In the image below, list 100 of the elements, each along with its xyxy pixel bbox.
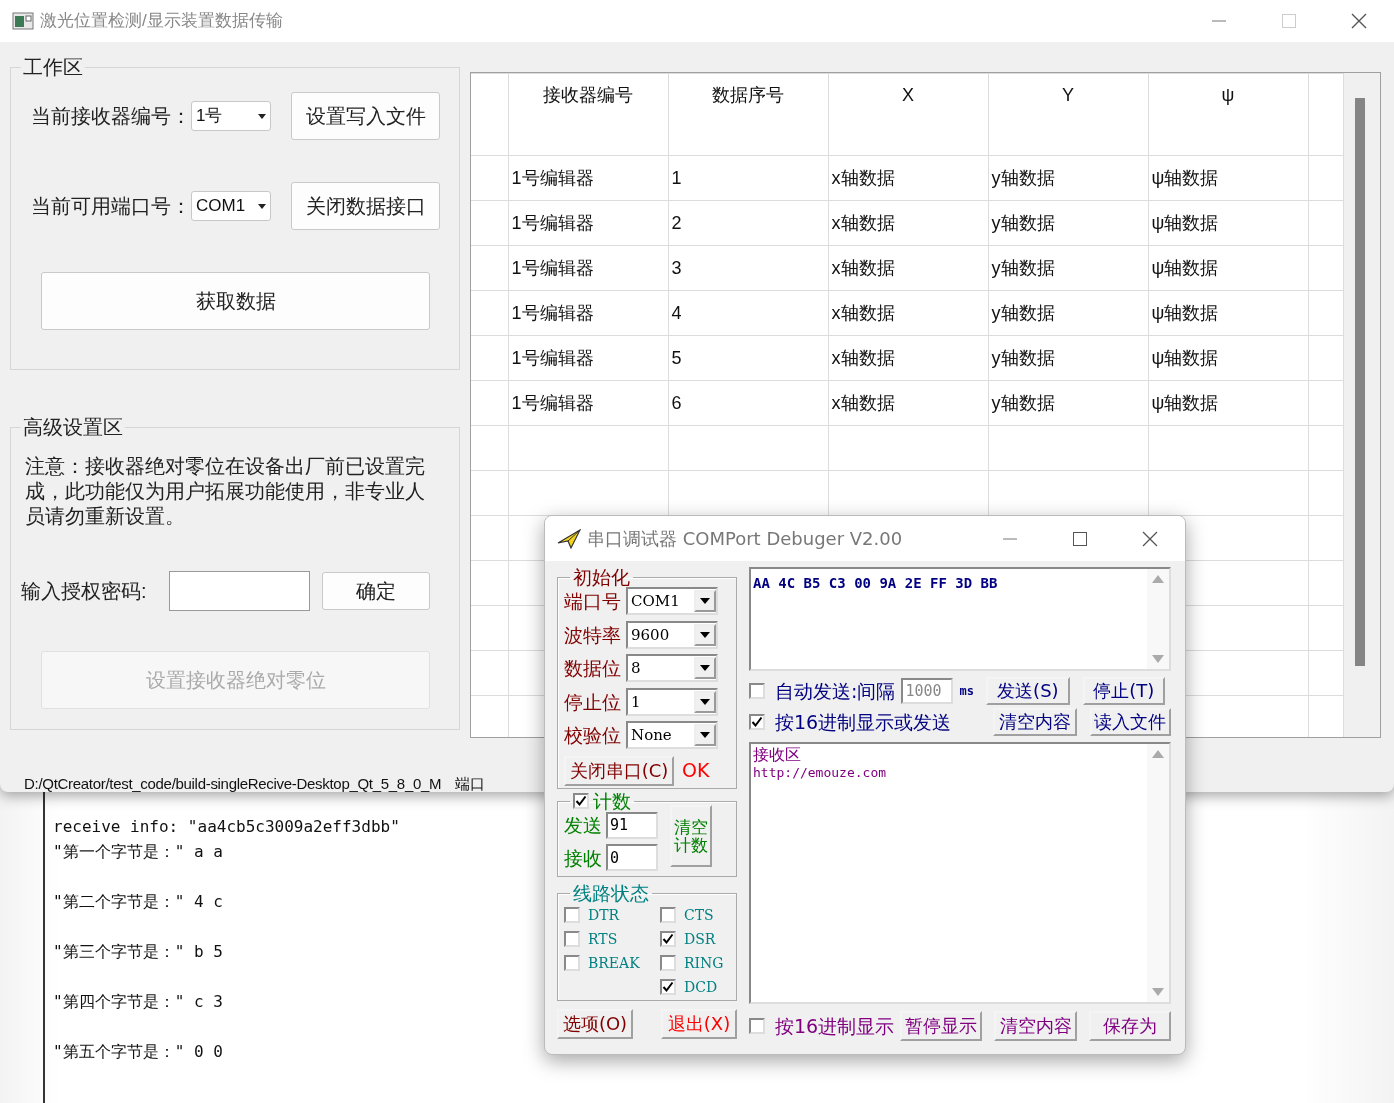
- group-title: 线路状态: [572, 883, 650, 903]
- close-port-button[interactable]: 关闭数据接口: [291, 182, 440, 230]
- checkbox[interactable]: [564, 931, 580, 947]
- table-cell: 1号编辑器: [508, 245, 668, 291]
- table-cell: y轴数据: [988, 380, 1148, 426]
- checkbox-label: 自动发送:间隔: [775, 679, 896, 704]
- status-path: D:/QtCreator/test_code/build-singleRecive-Desktop_Qt_5_8_0_M: [24, 773, 442, 794]
- field-label: 端口号: [564, 589, 622, 614]
- column-header[interactable]: ψ: [1148, 73, 1308, 156]
- dropdown[interactable]: COM1: [626, 587, 718, 616]
- signal-label: BREAK: [588, 953, 640, 973]
- notice-text: 注意：接收器绝对零位在设备出厂前已设置完成，此功能仅为用户拓展功能使用，非专业人员请勿重新设置。: [25, 454, 426, 529]
- options-button[interactable]: 选项(O): [557, 1009, 633, 1039]
- scrollbar-thumb[interactable]: [1354, 98, 1365, 666]
- clear-button[interactable]: 清空内容: [994, 1011, 1077, 1041]
- checkbox[interactable]: [564, 907, 580, 923]
- checkbox[interactable]: [660, 931, 676, 947]
- console-line: "第五个字节是：" 0 0: [53, 1041, 223, 1063]
- caret-icon: [258, 113, 266, 119]
- checkbox[interactable]: [660, 907, 676, 923]
- count-field[interactable]: 91: [606, 811, 658, 839]
- table-cell: 6: [668, 380, 828, 426]
- clear-count-button[interactable]: 清空计数: [670, 805, 712, 867]
- field-label: 数据位: [564, 656, 622, 681]
- exit-button[interactable]: 退出(X): [661, 1009, 737, 1039]
- scroll-down-icon[interactable]: [1152, 655, 1164, 663]
- field-label: 输入授权密码:: [21, 579, 147, 604]
- receive-text: http://emouze.com: [753, 764, 887, 782]
- scroll-up-icon[interactable]: [1152, 750, 1164, 758]
- table-cell: 4: [668, 290, 828, 336]
- group-title: 初始化: [572, 567, 631, 587]
- group-title: 计数: [593, 791, 631, 811]
- table-cell: 2: [668, 200, 828, 246]
- field-label: 接收: [564, 845, 603, 871]
- signal-label: RING: [684, 953, 724, 973]
- dropdown[interactable]: 9600: [626, 620, 718, 649]
- confirm-button[interactable]: 确定: [321, 572, 430, 610]
- window-title: 串口调试器 COMPort Debuger V2.00: [587, 527, 903, 551]
- dropdown[interactable]: None: [626, 721, 718, 750]
- table-cell: 1号编辑器: [508, 290, 668, 336]
- hex-text: AA 4C B5 C3 00 9A 2E FF 3D BB: [753, 575, 998, 591]
- window-title: 激光位置检测/显示装置数据传输: [40, 10, 283, 33]
- interval-field[interactable]: 1000: [901, 678, 954, 705]
- receive-text: 接收区: [753, 746, 801, 764]
- table-cell: ψ轴数据: [1148, 335, 1308, 381]
- unit-label: ms: [959, 683, 974, 701]
- checkbox[interactable]: [749, 713, 765, 730]
- caret-icon: [258, 203, 266, 209]
- dropdown[interactable]: COM1: [191, 191, 271, 221]
- checkbox[interactable]: [660, 955, 676, 971]
- write-file-button[interactable]: 设置写入文件: [291, 92, 440, 140]
- table-cell: x轴数据: [828, 290, 988, 336]
- table-cell: y轴数据: [988, 155, 1148, 201]
- close-icon: [1142, 530, 1158, 547]
- send-text-area[interactable]: AA 4C B5 C3 00 9A 2E FF 3D BB: [749, 567, 1171, 671]
- fetch-data-button[interactable]: 获取数据: [41, 272, 430, 330]
- signal-label: RTS: [588, 929, 618, 949]
- field-label: 停止位: [564, 689, 622, 715]
- column-header[interactable]: 接收器编号: [508, 73, 668, 156]
- checkbox[interactable]: [564, 955, 580, 971]
- dropdown[interactable]: 1: [626, 687, 718, 716]
- console-line: "第一个字节是：" a a: [53, 841, 223, 863]
- scroll-up-icon[interactable]: [1152, 575, 1164, 583]
- load-file-button[interactable]: 读入文件: [1089, 707, 1171, 736]
- stop-button[interactable]: 停止(T): [1082, 677, 1165, 706]
- status-text: 端口: [455, 773, 485, 794]
- checkbox[interactable]: [749, 683, 765, 700]
- dropdown[interactable]: 8: [626, 654, 718, 683]
- checkbox[interactable]: [573, 793, 589, 809]
- checkbox[interactable]: [660, 979, 676, 995]
- save-button[interactable]: 保存为: [1088, 1011, 1171, 1041]
- table-cell: ψ轴数据: [1148, 290, 1308, 336]
- dropdown[interactable]: 1号: [191, 101, 271, 131]
- column-header[interactable]: 数据序号: [668, 73, 828, 156]
- close-port-button[interactable]: 关闭串口(C): [564, 755, 674, 786]
- caret-icon: [700, 665, 710, 672]
- scroll-down-icon[interactable]: [1152, 988, 1164, 996]
- table-cell: ψ轴数据: [1148, 380, 1308, 426]
- send-button[interactable]: 发送(S): [985, 677, 1070, 706]
- signal-label: DSR: [684, 929, 716, 949]
- table-cell: 5: [668, 335, 828, 381]
- clear-button[interactable]: 清空内容: [993, 707, 1077, 736]
- password-field[interactable]: [168, 571, 310, 611]
- minimize-icon: [1212, 20, 1226, 22]
- field-label: 当前可用端口号：: [31, 194, 191, 219]
- checkbox[interactable]: [749, 1018, 765, 1034]
- field-label: 发送: [564, 813, 603, 838]
- table-cell: x轴数据: [828, 245, 988, 291]
- column-header[interactable]: X: [828, 73, 988, 156]
- caret-icon: [700, 698, 710, 705]
- receive-text-area[interactable]: 接收区 http://emouze.com: [749, 742, 1171, 1004]
- column-header[interactable]: Y: [988, 73, 1148, 156]
- table-cell: 1号编辑器: [508, 155, 668, 201]
- checkbox-label: 按16进制显示或发送: [775, 709, 953, 735]
- signal-label: DTR: [588, 905, 620, 925]
- group-title: 高级设置区: [22, 416, 124, 438]
- count-field[interactable]: 0: [606, 844, 658, 872]
- caret-icon: [700, 732, 710, 739]
- table-cell: x轴数据: [828, 200, 988, 246]
- pause-button[interactable]: 暂停显示: [900, 1011, 983, 1041]
